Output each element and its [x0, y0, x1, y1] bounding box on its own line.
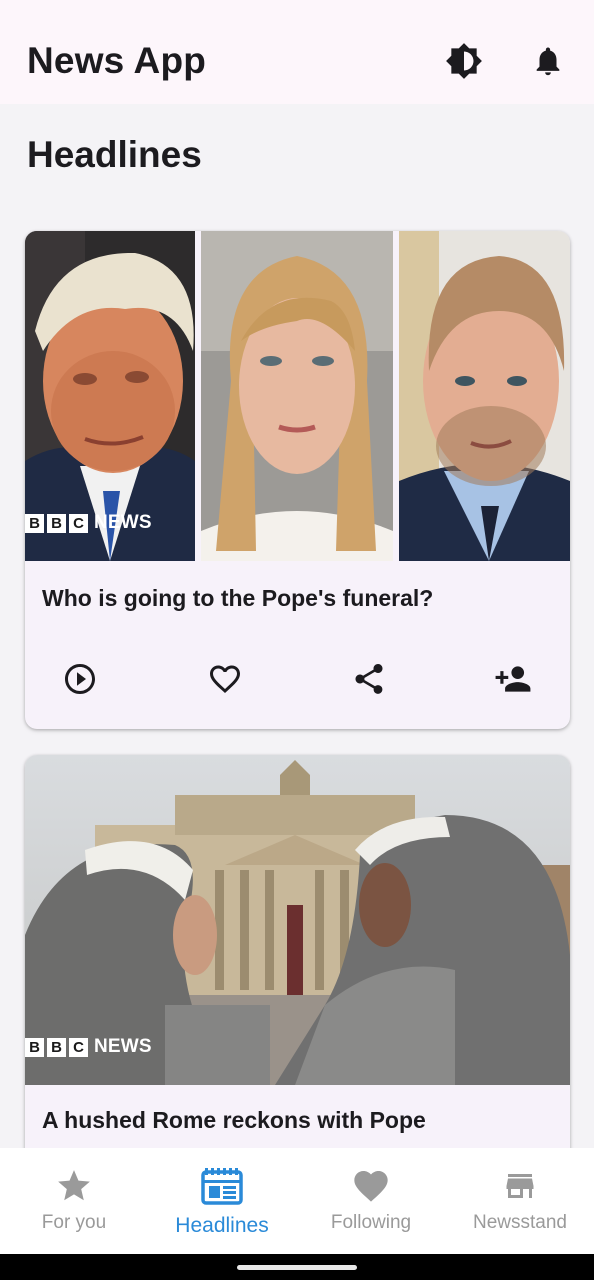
brightness-icon[interactable]	[444, 41, 484, 81]
play-circle-icon[interactable]	[60, 659, 100, 699]
source-logo-letter: C	[69, 513, 88, 533]
app-title: News App	[27, 40, 207, 81]
nav-item-following[interactable]: Following	[297, 1148, 445, 1254]
article-actions	[25, 659, 570, 705]
star-icon	[52, 1166, 96, 1206]
source-logo-letter: B	[25, 513, 44, 533]
headlines-feed[interactable]: Headlines B B C NEWS Who is going to the…	[0, 104, 594, 1148]
article-headline[interactable]: A hushed Rome reckons with Pope	[42, 1105, 552, 1135]
headlines-icon	[200, 1166, 244, 1206]
source-logo: B B C NEWS	[25, 512, 152, 534]
article-card[interactable]: B B C NEWS A hushed Rome reckons with Po…	[25, 755, 570, 1148]
source-logo-letter: B	[25, 1037, 44, 1057]
nav-item-newsstand[interactable]: Newsstand	[446, 1148, 594, 1254]
article-image: B B C NEWS	[25, 755, 570, 1085]
nav-item-for-you[interactable]: For you	[0, 1148, 148, 1254]
article-card[interactable]: B B C NEWS Who is going to the Pope's fu…	[25, 231, 570, 729]
nav-item-headlines[interactable]: Headlines	[148, 1148, 296, 1254]
section-title: Headlines	[27, 134, 202, 175]
source-logo-letter: B	[47, 1037, 66, 1057]
system-navigation-bar	[0, 1254, 594, 1280]
source-logo-word: NEWS	[94, 512, 152, 533]
source-logo: B B C NEWS	[25, 1036, 152, 1058]
source-logo-word: NEWS	[94, 1036, 152, 1057]
person-add-icon[interactable]	[493, 659, 533, 699]
home-gesture-handle[interactable]	[237, 1265, 357, 1270]
nav-label: Headlines	[175, 1214, 269, 1237]
nav-label: Following	[330, 1212, 412, 1233]
nav-label: Newsstand	[473, 1212, 567, 1233]
heart-icon	[349, 1166, 393, 1206]
share-icon[interactable]	[349, 659, 389, 699]
portrait-image	[399, 231, 570, 561]
status-bar	[0, 0, 594, 18]
bottom-navigation: For you Headlines Following Newsstand	[0, 1148, 594, 1254]
app-bar: News App	[0, 18, 594, 104]
heart-outline-icon[interactable]	[205, 659, 245, 699]
portrait-image	[201, 231, 393, 561]
nav-label: For you	[41, 1212, 107, 1233]
storefront-icon	[498, 1166, 542, 1206]
bell-icon[interactable]	[528, 41, 568, 81]
article-image: B B C NEWS	[25, 231, 570, 561]
app-bar-actions	[444, 41, 568, 81]
source-logo-letter: C	[69, 1037, 88, 1057]
article-headline[interactable]: Who is going to the Pope's funeral?	[42, 583, 552, 613]
source-logo-letter: B	[47, 513, 66, 533]
